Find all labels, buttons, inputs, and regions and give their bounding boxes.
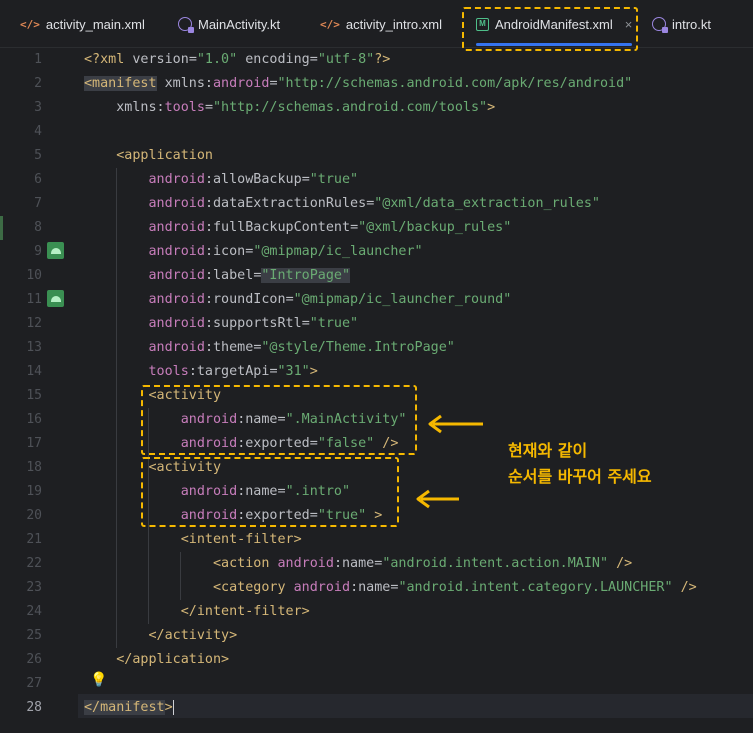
line-number: 9 bbox=[34, 244, 42, 259]
code-line-24: </intent-filter> bbox=[180, 604, 310, 619]
line-number: 2 bbox=[34, 76, 42, 91]
tab-intro-kt[interactable]: intro.kt bbox=[652, 0, 711, 48]
line-number: 7 bbox=[34, 196, 42, 211]
line-number-gutter: 1 2 3 4 5 6 7 8 9 10 11 12 13 14 15 16 1… bbox=[0, 48, 78, 733]
code-line-28: </manifest> bbox=[84, 700, 174, 715]
tab-mainactivity-kt[interactable]: MainActivity.kt bbox=[178, 0, 280, 48]
line-number-current: 28 bbox=[26, 700, 42, 715]
annotation-note: 현재와 같이 순서를 바꾸어 주세요 bbox=[508, 438, 652, 490]
code-line-22: <action android:name="android.intent.act… bbox=[213, 556, 633, 571]
line-number: 5 bbox=[34, 148, 42, 163]
line-number: 26 bbox=[26, 652, 42, 667]
main-activity-highlight-box bbox=[141, 385, 417, 455]
line-number: 10 bbox=[26, 268, 42, 283]
xml-file-icon: </> bbox=[320, 17, 340, 31]
line-number: 17 bbox=[26, 436, 42, 451]
code-line-2: <manifest xmlns:android="http://schemas.… bbox=[84, 76, 633, 91]
line-number: 24 bbox=[26, 604, 42, 619]
active-tab-highlight-box bbox=[462, 7, 638, 51]
line-number: 23 bbox=[26, 580, 42, 595]
line-number: 13 bbox=[26, 340, 42, 355]
kotlin-file-icon bbox=[178, 17, 194, 33]
line-number: 22 bbox=[26, 556, 42, 571]
code-line-10: android:label="IntroPage" bbox=[148, 268, 351, 283]
line-number: 16 bbox=[26, 412, 42, 427]
line-number: 19 bbox=[26, 484, 42, 499]
line-number: 4 bbox=[34, 124, 42, 139]
line-number: 14 bbox=[26, 364, 42, 379]
code-line-23: <category android:name="android.intent.c… bbox=[213, 580, 697, 595]
code-line-6: android:allowBackup="true" bbox=[148, 172, 359, 187]
line-number: 21 bbox=[26, 532, 42, 547]
line-number: 1 bbox=[34, 52, 42, 67]
code-line-8: android:fullBackupContent="@xml/backup_r… bbox=[148, 220, 512, 235]
tab-label: MainActivity.kt bbox=[198, 16, 281, 32]
code-line-1: <?xml version="1.0" encoding="utf-8"?> bbox=[84, 52, 391, 67]
intro-activity-highlight-box bbox=[141, 457, 399, 527]
code-line-9: android:icon="@mipmap/ic_launcher" bbox=[148, 244, 423, 259]
android-resource-icon[interactable] bbox=[47, 290, 64, 307]
line-number: 11 bbox=[26, 292, 42, 307]
code-line-21: <intent-filter> bbox=[180, 532, 302, 547]
code-line-13: android:theme="@style/Theme.IntroPage" bbox=[148, 340, 455, 355]
annotation-line-2: 순서를 바꾸어 주세요 bbox=[508, 467, 652, 486]
code-line-3: xmlns:tools="http://schemas.android.com/… bbox=[116, 100, 496, 115]
line-number: 18 bbox=[26, 460, 42, 475]
tab-label: intro.kt bbox=[672, 16, 712, 32]
tab-label: activity_intro.xml bbox=[345, 16, 442, 32]
kotlin-file-icon bbox=[652, 17, 668, 33]
code-line-7: android:dataExtractionRules="@xml/data_e… bbox=[148, 196, 600, 211]
code-line-5: <application bbox=[116, 148, 213, 163]
line-number: 8 bbox=[34, 220, 42, 235]
xml-file-icon: </> bbox=[20, 17, 40, 31]
line-number: 3 bbox=[34, 100, 42, 115]
tab-activity-main-xml[interactable]: </> activity_main.xml bbox=[20, 0, 145, 48]
tab-activity-intro-xml[interactable]: </> activity_intro.xml bbox=[320, 0, 442, 48]
android-resource-icon[interactable] bbox=[47, 242, 64, 259]
line-number: 20 bbox=[26, 508, 42, 523]
editor-tab-bar: </> activity_main.xml MainActivity.kt </… bbox=[0, 0, 753, 48]
annotation-line-1: 현재와 같이 bbox=[508, 441, 588, 460]
arrow-left-icon bbox=[416, 489, 459, 509]
line-number: 15 bbox=[26, 388, 42, 403]
line-number: 25 bbox=[26, 628, 42, 643]
line-number: 27 bbox=[26, 676, 42, 691]
code-line-25: </activity> bbox=[148, 628, 238, 643]
line-number: 12 bbox=[26, 316, 42, 331]
code-line-12: android:supportsRtl="true" bbox=[148, 316, 359, 331]
code-editor[interactable]: <?xml version="1.0" encoding="utf-8"?> <… bbox=[84, 48, 753, 720]
code-line-26: </application> bbox=[116, 652, 230, 667]
tab-label: activity_main.xml bbox=[45, 16, 145, 32]
code-line-14: tools:targetApi="31"> bbox=[148, 364, 318, 379]
arrow-left-icon bbox=[428, 414, 483, 434]
line-number: 6 bbox=[34, 172, 42, 187]
code-line-11: android:roundIcon="@mipmap/ic_launcher_r… bbox=[148, 292, 512, 307]
